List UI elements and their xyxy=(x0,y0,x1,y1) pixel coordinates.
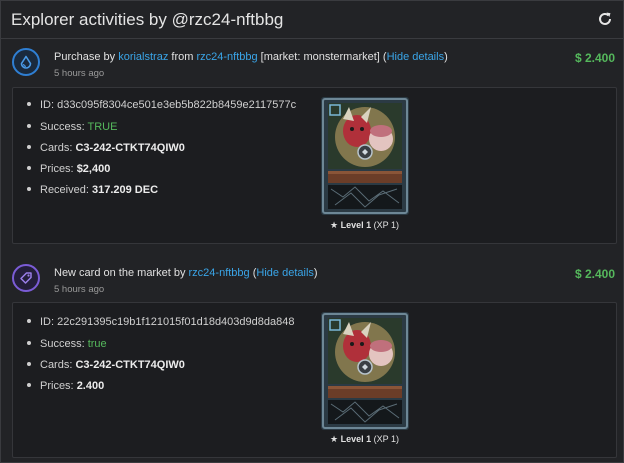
close-paren: ) xyxy=(313,267,318,279)
id-value: d33c095f8304ce501e3eb5b822b8459e2117577c xyxy=(57,99,297,111)
activity-details: ID: d33c095f8304ce501e3eb5b822b8459e2117… xyxy=(12,87,617,244)
seller-link[interactable]: rzc24-nftbbg xyxy=(196,51,257,63)
detail-prices: Prices: $2,400 xyxy=(27,163,110,175)
action-prefix: New card on the market by xyxy=(54,267,189,279)
prices-value: 2.400 xyxy=(76,380,105,392)
activity-description: Purchase by korialstraz from rzc24-nftbb… xyxy=(54,51,448,63)
cards-value: C3-242-CTKT74QIW0 xyxy=(75,359,185,371)
panel-header: Explorer activities by @rzc24-nftbbg xyxy=(1,1,623,39)
close-paren: ) xyxy=(444,51,448,63)
card-image[interactable] xyxy=(321,312,409,430)
detail-cards: Cards: C3-242-CTKT74QIW0 xyxy=(27,359,185,371)
activity-new-listing: New card on the market by rzc24-nftbbg (… xyxy=(1,256,623,461)
prices-value: $2,400 xyxy=(76,163,111,175)
hide-details-link[interactable]: Hide details xyxy=(256,267,313,279)
detail-received: Received: 317.209 DEC xyxy=(27,184,158,196)
detail-prices: Prices: 2.400 xyxy=(27,380,104,392)
star-icon: ★ xyxy=(330,434,339,444)
activity-time: 5 hours ago xyxy=(54,284,105,295)
success-value: TRUE xyxy=(87,121,118,133)
tag-icon xyxy=(12,264,40,292)
detail-cards: Cards: C3-242-CTKT74QIW0 xyxy=(27,142,185,154)
activity-amount: $ 2.400 xyxy=(574,51,615,65)
activity-time: 5 hours ago xyxy=(54,68,105,79)
detail-success: Success: true xyxy=(27,338,107,350)
success-value: true xyxy=(87,338,107,350)
hide-details-link[interactable]: Hide details xyxy=(387,51,444,63)
activity-purchase: Purchase by korialstraz from rzc24-nftbb… xyxy=(1,39,623,249)
card-image[interactable] xyxy=(321,97,409,215)
refresh-icon[interactable] xyxy=(597,11,613,27)
market-text: [market: monstermarket] ( xyxy=(257,51,387,63)
activity-amount: $ 2.400 xyxy=(574,267,615,281)
action-prefix: Purchase by xyxy=(54,51,119,63)
card-level: ★ Level 1 (XP 1) xyxy=(330,434,399,444)
star-icon: ★ xyxy=(330,220,339,230)
from-text: from xyxy=(168,51,197,63)
detail-id: ID: d33c095f8304ce501e3eb5b822b8459e2117… xyxy=(27,99,296,111)
activity-description: New card on the market by rzc24-nftbbg (… xyxy=(54,267,318,279)
activity-details: ID: 22c291395c19b1f121015f01d18d403d9d8d… xyxy=(12,302,617,458)
detail-id: ID: 22c291395c19b1f121015f01d18d403d9d8d… xyxy=(27,316,294,328)
received-value: 317.209 DEC xyxy=(91,184,159,196)
seller-link[interactable]: rzc24-nftbbg xyxy=(189,267,250,279)
card-level: ★ Level 1 (XP 1) xyxy=(330,220,399,230)
detail-success: Success: TRUE xyxy=(27,121,117,133)
buyer-link[interactable]: korialstraz xyxy=(118,51,168,63)
cards-value: C3-242-CTKT74QIW0 xyxy=(75,142,185,154)
explorer-panel: Explorer activities by @rzc24-nftbbg Pur… xyxy=(0,0,624,463)
droplet-icon xyxy=(12,48,40,76)
panel-title: Explorer activities by @rzc24-nftbbg xyxy=(11,10,284,29)
id-value: 22c291395c19b1f121015f01d18d403d9d8da848 xyxy=(57,316,295,328)
